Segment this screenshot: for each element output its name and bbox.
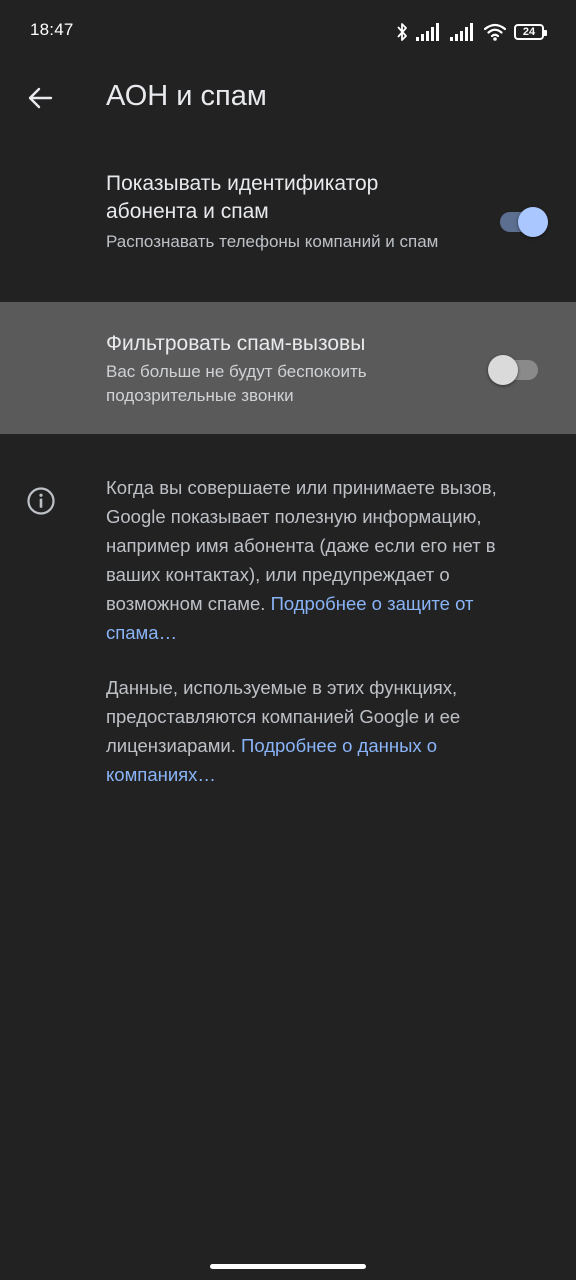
gesture-nav-handle[interactable] [210, 1264, 366, 1269]
setting-spam-filter-subtitle: Вас больше не будут беспокоить подозрите… [106, 362, 367, 405]
status-icons: 24 [396, 20, 547, 44]
setting-caller-id-subtitle: Распознавать телефоны компаний и спам [106, 232, 439, 251]
setting-caller-id-text: Показывать идентификатор абонента и спам… [106, 170, 466, 254]
signal-icon [450, 23, 473, 41]
app-bar: АОН и спам [0, 64, 576, 132]
back-button[interactable] [20, 78, 60, 118]
bluetooth-icon [397, 23, 407, 41]
setting-spam-filter-title: Фильтровать спам-вызовы [106, 332, 366, 355]
wifi-icon [484, 23, 506, 41]
setting-caller-id-title: Показывать идентификатор абонента и спам [106, 172, 379, 223]
signal-icon [416, 23, 439, 41]
battery-icon: 24 [514, 24, 547, 40]
info-paragraph-2: Данные, используемые в этих функциях, пр… [106, 673, 526, 789]
status-time: 18:47 [30, 20, 74, 39]
toggle-thumb [518, 207, 548, 237]
toggle-thumb [488, 355, 518, 385]
info-icon [27, 487, 55, 515]
status-bar: 18:47 24 [0, 0, 576, 64]
setting-caller-id[interactable]: Показывать идентификатор абонента и спам… [0, 158, 576, 302]
spam-filter-toggle[interactable] [488, 355, 538, 385]
arrow-left-icon [28, 87, 53, 109]
battery-level: 24 [522, 26, 536, 38]
setting-spam-filter-text: Фильтровать спам-вызовы Вас больше не бу… [106, 330, 466, 408]
info-paragraph-1: Когда вы совершаете или принимаете вызов… [106, 473, 526, 647]
setting-spam-filter[interactable]: Фильтровать спам-вызовы Вас больше не бу… [0, 302, 576, 434]
caller-id-toggle[interactable] [500, 207, 548, 237]
page-title: АОН и спам [106, 80, 267, 112]
